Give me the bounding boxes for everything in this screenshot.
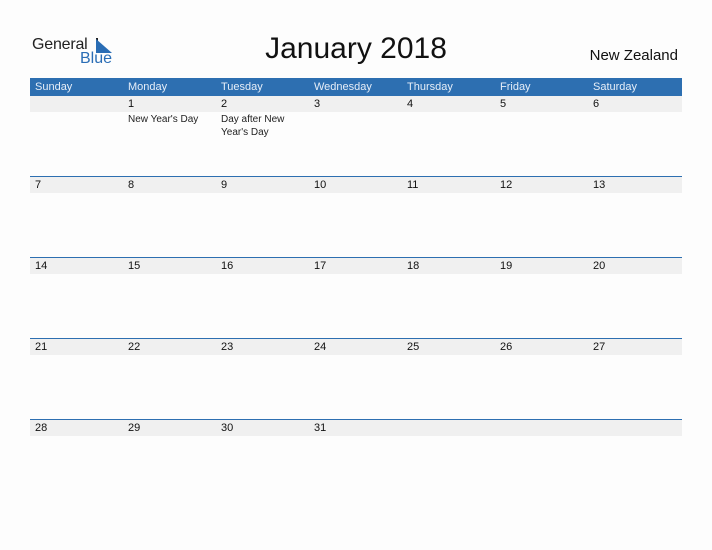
weekday-tuesday: Tuesday (221, 81, 263, 93)
day-number: 12 (500, 179, 513, 191)
day-number: 29 (128, 422, 141, 434)
day-cell: 23 (216, 339, 309, 420)
weekday-monday: Monday (128, 81, 168, 93)
day-number: 24 (314, 341, 327, 353)
day-number: 21 (35, 341, 48, 353)
day-cell: 12 (495, 177, 588, 258)
day-number: 11 (407, 179, 419, 191)
day-number: 30 (221, 422, 234, 434)
weekday-thursday: Thursday (407, 81, 453, 93)
day-cell (588, 420, 681, 501)
day-number: 19 (500, 260, 513, 272)
day-cell: 17 (309, 258, 402, 339)
day-cell: 11 (402, 177, 495, 258)
day-number: 15 (128, 260, 141, 272)
day-number: 9 (221, 179, 228, 191)
day-cell (402, 420, 495, 501)
day-cell: 26 (495, 339, 588, 420)
day-number: 14 (35, 260, 48, 272)
day-cell: 19 (495, 258, 588, 339)
day-number: 4 (407, 98, 414, 110)
week-row: 14 15 16 17 18 19 20 (30, 257, 682, 339)
holiday-label: Day after New Year's Day (221, 114, 285, 138)
day-number: 10 (314, 179, 327, 191)
day-number: 25 (407, 341, 420, 353)
weekday-wednesday: Wednesday (314, 81, 372, 93)
day-number: 2 (221, 98, 228, 110)
day-number: 20 (593, 260, 606, 272)
day-number: 1 (128, 98, 135, 110)
day-cell: 28 (30, 420, 123, 501)
weekday-saturday: Saturday (593, 81, 638, 93)
day-number: 28 (35, 422, 48, 434)
day-number: 7 (35, 179, 42, 191)
day-cell: 4 (402, 96, 495, 177)
day-cell: 7 (30, 177, 123, 258)
day-cell: 18 (402, 258, 495, 339)
day-cell: 2 Day after New Year's Day (216, 96, 309, 177)
week-row: 1 New Year's Day 2 Day after New Year's Day… (30, 96, 682, 177)
day-cell: 24 (309, 339, 402, 420)
day-cell: 14 (30, 258, 123, 339)
day-cell: 20 (588, 258, 681, 339)
day-number: 16 (221, 260, 234, 272)
day-number: 27 (593, 341, 606, 353)
day-number: 18 (407, 260, 420, 272)
day-cell: 3 (309, 96, 402, 177)
day-cell: 15 (123, 258, 216, 339)
day-number: 6 (593, 98, 600, 110)
weekday-friday: Friday (500, 81, 531, 93)
weekday-sunday: Sunday (35, 81, 73, 93)
day-cell: 6 (588, 96, 681, 177)
day-number: 22 (128, 341, 141, 353)
day-number: 5 (500, 98, 507, 110)
day-cell: 8 (123, 177, 216, 258)
day-cell: 22 (123, 339, 216, 420)
day-cell: 16 (216, 258, 309, 339)
day-cell: 21 (30, 339, 123, 420)
day-cell: 27 (588, 339, 681, 420)
day-cell: 13 (588, 177, 681, 258)
day-cell: 30 (216, 420, 309, 501)
day-cell: 10 (309, 177, 402, 258)
day-cell: 1 New Year's Day (123, 96, 216, 177)
day-number: 8 (128, 179, 135, 191)
holiday-label: New Year's Day (128, 114, 199, 125)
day-cell: 5 (495, 96, 588, 177)
day-cell: 9 (216, 177, 309, 258)
day-number: 3 (314, 98, 321, 110)
country-label: New Zealand (589, 47, 678, 64)
day-number: 23 (221, 341, 234, 353)
week-row: 28 29 30 31 (30, 419, 682, 501)
day-number: 17 (314, 260, 327, 272)
week-row: 7 8 9 10 11 12 13 (30, 176, 682, 258)
weekday-header: Sunday Monday Tuesday Wednesday Thursday… (30, 78, 682, 96)
week-row: 21 22 23 24 25 26 27 (30, 338, 682, 420)
day-number: 26 (500, 341, 513, 353)
day-cell: 29 (123, 420, 216, 501)
day-number: 13 (593, 179, 606, 191)
day-cell: 31 (309, 420, 402, 501)
day-cell: 25 (402, 339, 495, 420)
day-number: 31 (314, 422, 327, 434)
day-cell (495, 420, 588, 501)
day-cell (30, 96, 123, 177)
